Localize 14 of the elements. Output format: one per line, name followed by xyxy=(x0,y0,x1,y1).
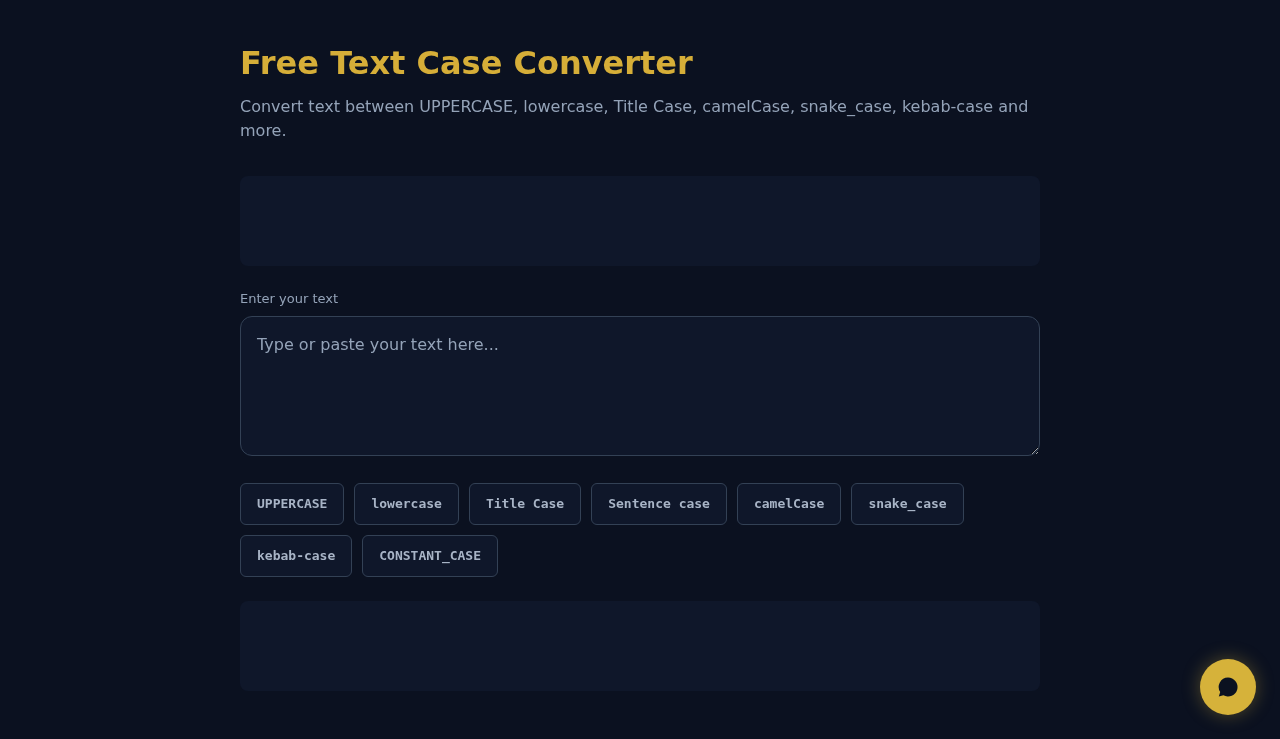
case-button[interactable]: camelCase xyxy=(736,483,842,525)
speech-bubble-icon xyxy=(1217,676,1239,698)
case-button[interactable]: CONSTANT_CASE xyxy=(362,535,499,577)
case-button[interactable]: UPPERCASE xyxy=(240,483,345,525)
page-description: Convert text between UPPERCASE, lowercase, Title Case, camelCase, snake_case, kebab-case and more. xyxy=(240,96,1030,142)
case-button[interactable]: Title Case xyxy=(468,483,582,525)
case-button[interactable]: snake_case xyxy=(851,483,964,525)
chat-button[interactable] xyxy=(1200,659,1256,715)
case-button[interactable]: Sentence case xyxy=(591,483,727,525)
case-button[interactable]: kebab-case xyxy=(240,535,353,577)
text-input-field[interactable]: Type or paste your text here... xyxy=(240,316,1040,456)
field-label: Enter your text xyxy=(240,290,339,308)
case-button[interactable]: lowercase xyxy=(354,483,459,525)
page-title: Free Text Case Converter xyxy=(240,44,694,82)
